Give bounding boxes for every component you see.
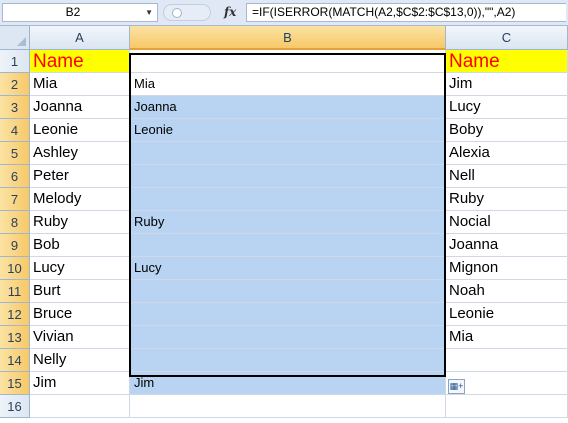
cell-b9[interactable] <box>130 234 446 257</box>
cell-a13[interactable]: Vivian <box>30 326 130 349</box>
row-header-2[interactable]: 2 <box>0 73 30 96</box>
cell-a4[interactable]: Leonie <box>30 119 130 142</box>
cell-a7[interactable]: Melody <box>30 188 130 211</box>
auto-fill-options-icon[interactable]: ▦+ <box>448 379 465 394</box>
cell-b7[interactable] <box>130 188 446 211</box>
select-all-triangle-icon <box>17 37 26 46</box>
cell-b3[interactable]: Joanna <box>130 96 446 119</box>
formula-input[interactable]: =IF(ISERROR(MATCH(A2,$C$2:$C$13,0)),"",A… <box>246 3 566 22</box>
cell-a11[interactable]: Burt <box>30 280 130 303</box>
row-header-12[interactable]: 12 <box>0 303 30 326</box>
formula-bar-splitter[interactable] <box>163 4 211 21</box>
cell-b2[interactable]: Mia <box>130 73 446 96</box>
cell-a15[interactable]: Jim <box>30 372 130 395</box>
cell-a1[interactable]: Name <box>30 50 130 73</box>
cell-b6[interactable] <box>130 165 446 188</box>
cell-c3[interactable]: Lucy <box>446 96 568 119</box>
splitter-handle-icon <box>172 8 182 18</box>
row-header-13[interactable]: 13 <box>0 326 30 349</box>
cell-a6[interactable]: Peter <box>30 165 130 188</box>
cell-a2[interactable]: Mia <box>30 73 130 96</box>
cell-b16[interactable] <box>130 395 446 418</box>
row-header-15[interactable]: 15 <box>0 372 30 395</box>
cell-c5[interactable]: Alexia <box>446 142 568 165</box>
row-header-3[interactable]: 3 <box>0 96 30 119</box>
chevron-down-icon[interactable]: ▼ <box>145 4 153 21</box>
cell-c12[interactable]: Leonie <box>446 303 568 326</box>
name-box[interactable]: B2 ▼ <box>2 3 158 22</box>
cell-a10[interactable]: Lucy <box>30 257 130 280</box>
cell-b10[interactable]: Lucy <box>130 257 446 280</box>
column-header-b[interactable]: B <box>130 26 446 50</box>
select-all-button[interactable] <box>0 26 30 50</box>
cell-c13[interactable]: Mia <box>446 326 568 349</box>
cell-b15[interactable]: Jim <box>130 372 446 395</box>
row-header-7[interactable]: 7 <box>0 188 30 211</box>
cell-a12[interactable]: Bruce <box>30 303 130 326</box>
row-header-11[interactable]: 11 <box>0 280 30 303</box>
row-header-9[interactable]: 9 <box>0 234 30 257</box>
row-header-10[interactable]: 10 <box>0 257 30 280</box>
cell-b12[interactable] <box>130 303 446 326</box>
cell-a14[interactable]: Nelly <box>30 349 130 372</box>
cell-a9[interactable]: Bob <box>30 234 130 257</box>
column-header-c[interactable]: C <box>446 26 568 50</box>
cell-c1[interactable]: Name <box>446 50 568 73</box>
cell-b1[interactable] <box>130 50 446 73</box>
cell-b8[interactable]: Ruby <box>130 211 446 234</box>
cell-b11[interactable] <box>130 280 446 303</box>
name-box-value: B2 <box>65 5 81 19</box>
cell-c11[interactable]: Noah <box>446 280 568 303</box>
formula-bar: B2 ▼ fx =IF(ISERROR(MATCH(A2,$C$2:$C$13,… <box>0 0 568 26</box>
row-header-5[interactable]: 5 <box>0 142 30 165</box>
cell-c6[interactable]: Nell <box>446 165 568 188</box>
cell-c14[interactable] <box>446 349 568 372</box>
cell-c10[interactable]: Mignon <box>446 257 568 280</box>
row-header-14[interactable]: 14 <box>0 349 30 372</box>
cell-a5[interactable]: Ashley <box>30 142 130 165</box>
row-header-1[interactable]: 1 <box>0 50 30 73</box>
cell-c4[interactable]: Boby <box>446 119 568 142</box>
row-header-16[interactable]: 16 <box>0 395 30 418</box>
cell-a8[interactable]: Ruby <box>30 211 130 234</box>
cell-b14[interactable] <box>130 349 446 372</box>
cell-c16[interactable] <box>446 395 568 418</box>
cell-b13[interactable] <box>130 326 446 349</box>
cell-c8[interactable]: Nocial <box>446 211 568 234</box>
column-header-a[interactable]: A <box>30 26 130 50</box>
row-header-8[interactable]: 8 <box>0 211 30 234</box>
cell-a16[interactable] <box>30 395 130 418</box>
cell-c2[interactable]: Jim <box>446 73 568 96</box>
cell-b4[interactable]: Leonie <box>130 119 446 142</box>
row-header-6[interactable]: 6 <box>0 165 30 188</box>
row-header-4[interactable]: 4 <box>0 119 30 142</box>
cell-a3[interactable]: Joanna <box>30 96 130 119</box>
insert-function-icon[interactable]: fx <box>224 4 236 21</box>
cell-c9[interactable]: Joanna <box>446 234 568 257</box>
cell-b5[interactable] <box>130 142 446 165</box>
spreadsheet-grid: A B C 1 Name Name 2 Mia Mia Jim 3 Joanna Joanna Lu… <box>0 26 568 423</box>
cell-c7[interactable]: Ruby <box>446 188 568 211</box>
